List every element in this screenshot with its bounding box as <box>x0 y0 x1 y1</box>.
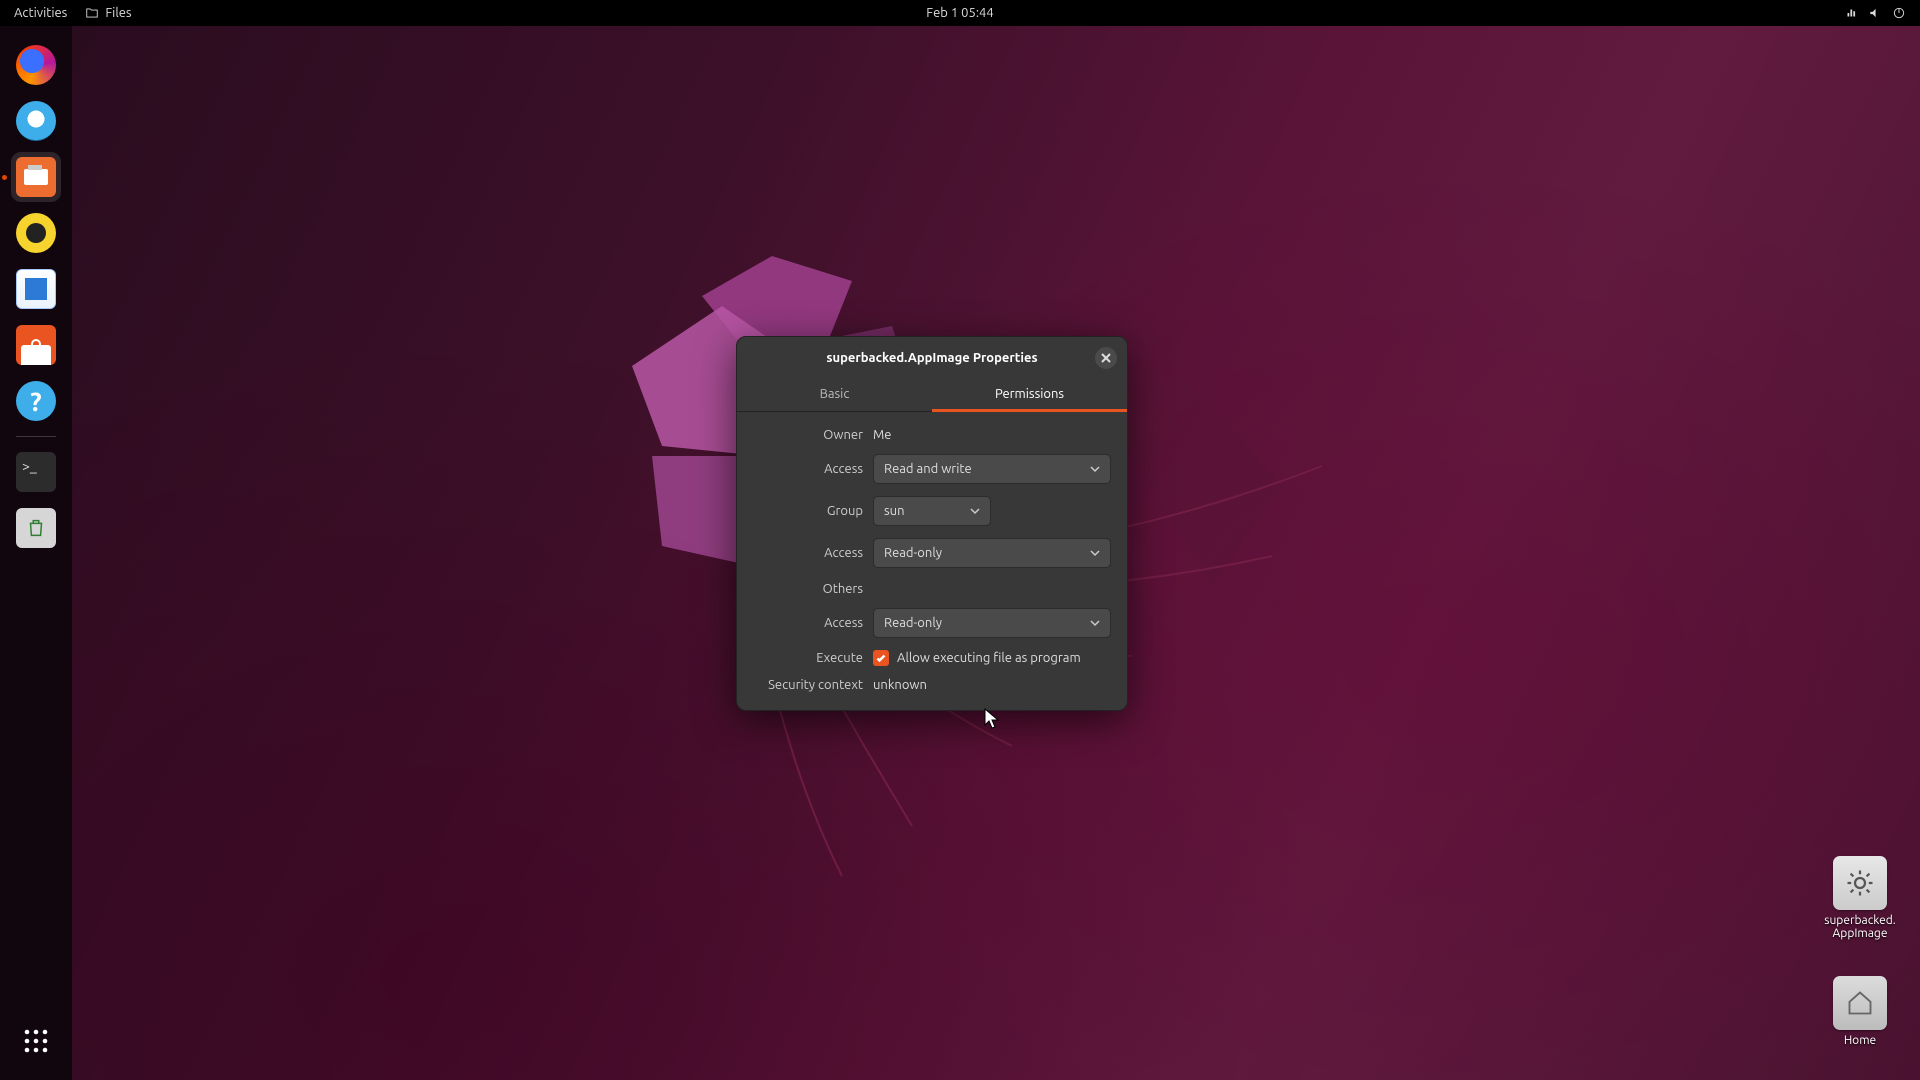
chevron-down-icon <box>1090 548 1100 558</box>
group-access-dropdown[interactable]: Read-only <box>873 538 1111 568</box>
trash-icon <box>16 508 56 548</box>
group-value: sun <box>884 504 905 518</box>
dock-thunderbird[interactable] <box>11 96 61 146</box>
chevron-down-icon <box>970 506 980 516</box>
activities-button[interactable]: Activities <box>14 6 67 20</box>
dock-software[interactable] <box>11 320 61 370</box>
dialog-tabs: Basic Permissions <box>737 379 1127 412</box>
dock-rhythmbox[interactable] <box>11 208 61 258</box>
writer-icon <box>16 269 56 309</box>
others-access-label: Access <box>753 616 863 630</box>
group-access-value: Read-only <box>884 546 942 560</box>
owner-label: Owner <box>753 428 863 442</box>
dock-terminal[interactable]: >_ <box>11 447 61 497</box>
check-icon <box>876 653 886 663</box>
dialog-body: Owner Me Access Read and write Group sun… <box>737 412 1127 710</box>
group-label: Group <box>753 504 863 518</box>
owner-value: Me <box>873 428 1111 442</box>
desktop-icon-label: Home <box>1844 1034 1876 1047</box>
execute-checkbox-label: Allow executing file as program <box>897 651 1081 665</box>
files-icon <box>16 157 56 197</box>
chevron-down-icon <box>1090 464 1100 474</box>
dock-trash[interactable] <box>11 503 61 553</box>
help-icon: ? <box>16 381 56 421</box>
home-icon <box>1846 989 1874 1017</box>
owner-access-dropdown[interactable]: Read and write <box>873 454 1111 484</box>
security-context-label: Security context <box>753 678 863 692</box>
dialog-titlebar[interactable]: superbacked.AppImage Properties <box>737 337 1127 379</box>
gear-icon <box>1845 868 1875 898</box>
clock[interactable]: Feb 1 05:44 <box>926 6 993 20</box>
dock-separator <box>16 436 56 437</box>
top-menu-bar: Activities Files Feb 1 05:44 <box>0 0 1920 26</box>
close-button[interactable] <box>1095 347 1117 369</box>
chevron-down-icon <box>1090 618 1100 628</box>
group-access-label: Access <box>753 546 863 560</box>
firefox-icon <box>16 45 56 85</box>
appimage-tile <box>1833 856 1887 910</box>
tab-basic[interactable]: Basic <box>737 379 932 411</box>
system-status-area[interactable] <box>1844 6 1920 20</box>
network-icon <box>1844 6 1858 20</box>
checkbox-box <box>873 650 889 666</box>
desktop-icon-appimage[interactable]: superbacked. AppImage <box>1820 856 1900 940</box>
volume-icon <box>1868 6 1882 20</box>
desktop-icon-label: superbacked. AppImage <box>1824 914 1895 940</box>
home-folder-tile <box>1833 976 1887 1030</box>
security-context-value: unknown <box>873 678 1111 692</box>
power-icon <box>1892 6 1906 20</box>
dock-writer[interactable] <box>11 264 61 314</box>
terminal-icon: >_ <box>16 452 56 492</box>
dock-files[interactable] <box>11 152 61 202</box>
show-applications-button[interactable] <box>11 1016 61 1066</box>
active-app-label: Files <box>105 6 131 20</box>
owner-access-label: Access <box>753 462 863 476</box>
software-icon <box>16 325 56 365</box>
execute-checkbox[interactable]: Allow executing file as program <box>873 650 1111 666</box>
properties-dialog: superbacked.AppImage Properties Basic Pe… <box>736 336 1128 711</box>
others-access-value: Read-only <box>884 616 942 630</box>
others-label: Others <box>753 580 863 596</box>
others-access-dropdown[interactable]: Read-only <box>873 608 1111 638</box>
dock-firefox[interactable] <box>11 40 61 90</box>
rhythmbox-icon <box>16 213 56 253</box>
dock: ? >_ <box>0 26 72 1080</box>
grid-icon <box>21 1026 51 1056</box>
group-dropdown[interactable]: sun <box>873 496 991 526</box>
desktop-icon-home[interactable]: Home <box>1820 976 1900 1047</box>
dialog-title: superbacked.AppImage Properties <box>826 351 1037 365</box>
thunderbird-icon <box>16 101 56 141</box>
execute-label: Execute <box>753 651 863 665</box>
dock-help[interactable]: ? <box>11 376 61 426</box>
owner-access-value: Read and write <box>884 462 972 476</box>
active-app-menu[interactable]: Files <box>85 6 131 20</box>
tab-permissions[interactable]: Permissions <box>932 379 1127 412</box>
close-icon <box>1101 353 1111 363</box>
folder-icon <box>85 6 99 20</box>
